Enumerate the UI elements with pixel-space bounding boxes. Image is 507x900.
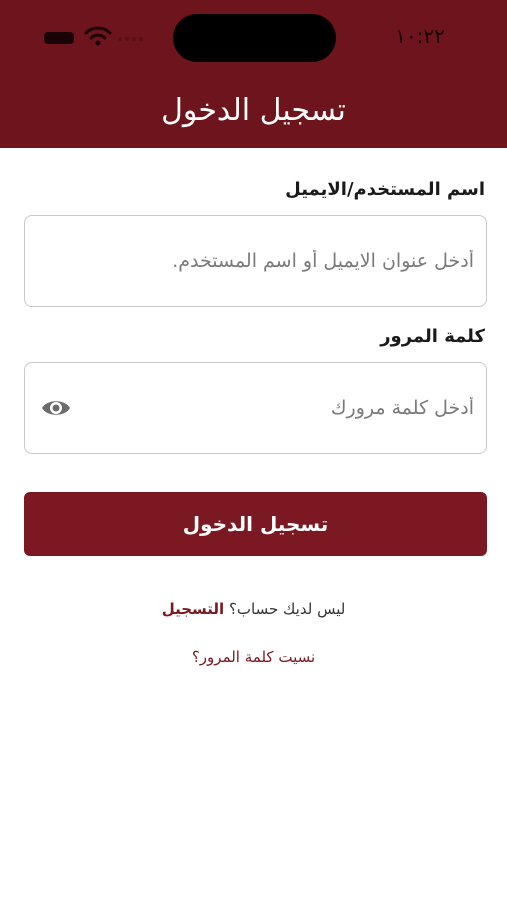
wifi-icon	[84, 26, 112, 46]
status-time: ١٠:٢٢	[395, 24, 445, 48]
signup-row: ليس لديك حساب؟ التسجيل	[0, 600, 507, 618]
login-screen: ١٠:٢٢ تسجيل الدخول اسم المستخدم/الايميل …	[0, 0, 507, 900]
password-input[interactable]	[105, 363, 474, 453]
username-field-container	[24, 215, 487, 307]
signup-prompt: ليس لديك حساب؟	[228, 600, 346, 618]
forgot-password-link[interactable]: نسيت كلمة المرور؟	[0, 648, 507, 666]
status-bar: ١٠:٢٢	[0, 0, 507, 80]
app-header: ١٠:٢٢ تسجيل الدخول	[0, 0, 507, 148]
username-label: اسم المستخدم/الايميل	[285, 179, 485, 200]
battery-icon	[44, 32, 74, 44]
username-input[interactable]	[37, 216, 474, 306]
login-button[interactable]: تسجيل الدخول	[24, 492, 487, 556]
password-field-container	[24, 362, 487, 454]
dynamic-island	[173, 14, 336, 62]
signal-icon	[118, 37, 146, 45]
password-label: كلمة المرور	[380, 326, 485, 347]
signup-link[interactable]: التسجيل	[162, 600, 224, 618]
page-title: تسجيل الدخول	[161, 93, 346, 128]
eye-icon[interactable]	[41, 395, 71, 421]
